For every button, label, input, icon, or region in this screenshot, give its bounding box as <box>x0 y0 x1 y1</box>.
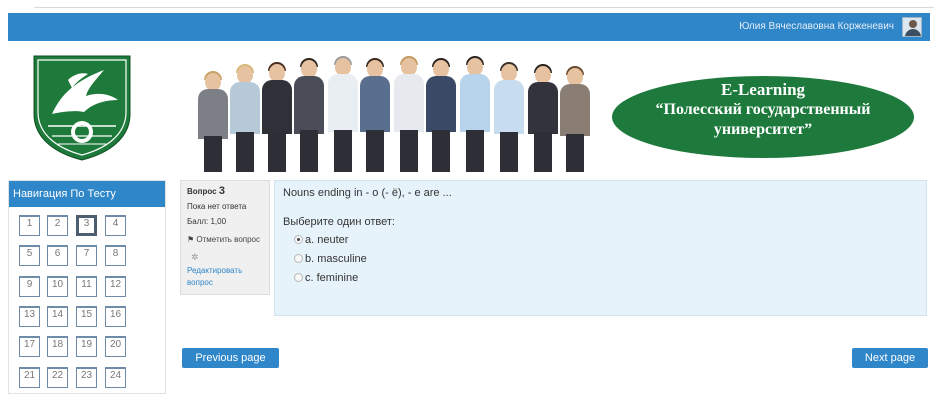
question-button[interactable]: 1 <box>19 215 40 236</box>
person-figure <box>358 58 392 172</box>
question-grade: Балл: 1,00 <box>187 217 227 226</box>
question-button[interactable]: 11 <box>76 276 97 297</box>
question-number-value: 3 <box>218 185 225 197</box>
person-figure <box>526 62 560 172</box>
answer-prompt: Выберите один ответ: <box>283 216 395 228</box>
question-status: Пока нет ответа <box>187 202 247 211</box>
gear-icon: ✲ <box>191 252 199 262</box>
banner-line-2: “Полесский государственный <box>655 101 871 118</box>
question-button[interactable]: 12 <box>105 276 126 297</box>
question-button[interactable]: 17 <box>19 336 40 357</box>
avatar[interactable] <box>902 17 922 37</box>
question-button[interactable]: 19 <box>76 336 97 357</box>
flag-question-label: Отметить вопрос <box>196 235 261 244</box>
question-button-current[interactable]: 3 <box>76 215 97 236</box>
answer-radio[interactable] <box>294 254 303 263</box>
question-button[interactable]: 18 <box>47 336 68 357</box>
question-button[interactable]: 10 <box>47 276 68 297</box>
question-button[interactable]: 6 <box>47 245 68 266</box>
answer-option[interactable]: a. neuter <box>283 233 918 247</box>
answer-radio[interactable] <box>294 273 303 282</box>
question-button[interactable]: 2 <box>47 215 68 236</box>
person-figure <box>558 64 592 172</box>
question-button[interactable]: 23 <box>76 367 97 388</box>
next-page-button[interactable]: Next page <box>852 348 928 368</box>
person-figure <box>392 56 426 172</box>
flag-icon: ⚑ <box>187 235 195 244</box>
user-name[interactable]: Юлия Вячеславовна Корженевич <box>739 21 894 32</box>
question-number: Вопрос 3 <box>187 185 263 198</box>
answer-label: b. masculine <box>305 253 367 265</box>
person-figure <box>458 56 492 172</box>
question-button[interactable]: 5 <box>19 245 40 266</box>
question-number-label: Вопрос <box>187 187 217 196</box>
question-button[interactable]: 24 <box>105 367 126 388</box>
university-crest-icon[interactable] <box>28 52 136 162</box>
person-figure <box>424 58 458 172</box>
banner-line-1: E-Learning <box>720 80 806 99</box>
university-name-badge: E-Learning “Полесский государственный ун… <box>612 76 914 158</box>
question-button[interactable]: 20 <box>105 336 126 357</box>
question-text: Nouns ending in - o (- ё), - e are ... <box>283 187 452 199</box>
person-figure <box>196 67 230 172</box>
person-figure <box>228 62 262 172</box>
question-content: Nouns ending in - o (- ё), - e are ... В… <box>274 180 927 316</box>
answer-option[interactable]: c. feminine <box>283 271 918 285</box>
person-figure <box>260 60 294 172</box>
person-figure <box>492 60 526 172</box>
question-button[interactable]: 15 <box>76 306 97 327</box>
avatar-head-icon <box>909 20 917 28</box>
answer-radio-selected[interactable] <box>294 235 303 244</box>
question-button[interactable]: 8 <box>105 245 126 266</box>
person-figure <box>292 58 326 172</box>
quiz-navigation-title: Навигация По Тесту <box>9 181 165 207</box>
flag-question-link[interactable]: ⚑ Отметить вопрос <box>187 234 263 246</box>
question-button[interactable]: 7 <box>76 245 97 266</box>
question-info-panel: Вопрос 3 Пока нет ответа Балл: 1,00 ⚑ От… <box>180 180 270 295</box>
question-button[interactable]: 9 <box>19 276 40 297</box>
question-button[interactable]: 13 <box>19 306 40 327</box>
person-figure <box>326 56 360 172</box>
top-divider <box>34 7 934 8</box>
quiz-navigation-block: Навигация По Тесту 1 2 3 4 5 6 7 8 9 10 … <box>8 180 166 394</box>
banner-line-3: университет” <box>713 121 813 138</box>
question-button[interactable]: 14 <box>47 306 68 327</box>
question-button[interactable]: 16 <box>105 306 126 327</box>
question-button[interactable]: 22 <box>47 367 68 388</box>
previous-page-button[interactable]: Previous page <box>182 348 279 368</box>
avatar-body-icon <box>905 29 921 36</box>
question-button[interactable]: 4 <box>105 215 126 236</box>
top-navbar: Юлия Вячеславовна Корженевич <box>8 13 930 41</box>
answer-label: c. feminine <box>305 272 359 284</box>
answer-option[interactable]: b. masculine <box>283 252 918 266</box>
answer-label: a. neuter <box>305 234 349 246</box>
edit-question-link[interactable]: Редактировать вопрос <box>187 265 263 289</box>
question-button[interactable]: 21 <box>19 367 40 388</box>
